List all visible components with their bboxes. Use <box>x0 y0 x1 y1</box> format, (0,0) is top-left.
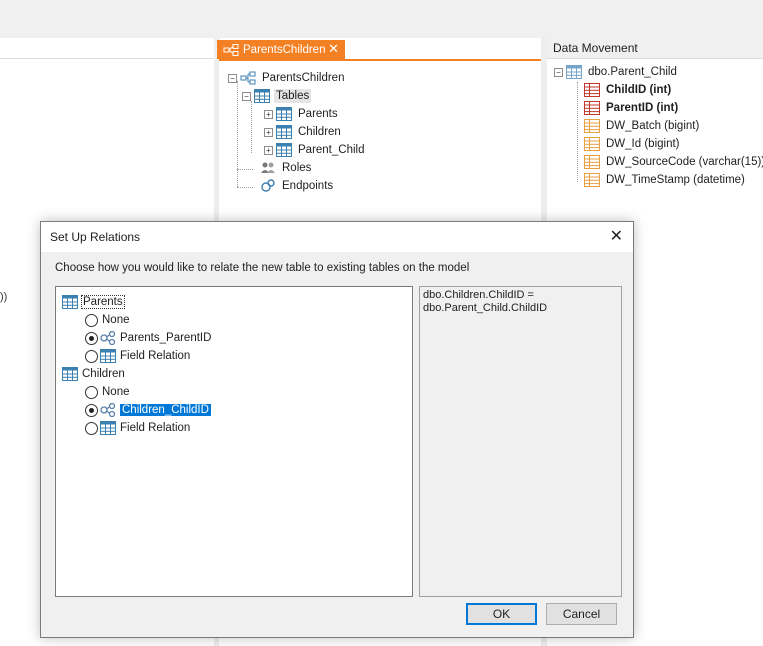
radio-button[interactable] <box>85 313 98 327</box>
dm-field-row[interactable]: DW_TimeStamp (datetime) <box>584 171 747 189</box>
option-parents-parentid[interactable]: Parents_ParentID <box>85 329 211 347</box>
tree-node-table-parent-child[interactable]: + Parent_Child <box>264 141 366 159</box>
dm-field-row[interactable]: DW_Id (bigint) <box>584 135 682 153</box>
collapse-icon[interactable]: − <box>242 91 251 101</box>
dm-field-row[interactable]: DW_Batch (bigint) <box>584 117 701 135</box>
field-relation-icon <box>100 421 116 435</box>
table-icon <box>276 143 292 157</box>
tree-node-table-parents[interactable]: + Parents <box>264 105 340 123</box>
cancel-button[interactable]: Cancel <box>546 603 617 625</box>
radio-button[interactable] <box>85 421 98 435</box>
key-field-icon <box>584 83 600 97</box>
model-icon <box>240 71 256 85</box>
field-icon <box>584 173 600 187</box>
collapse-icon[interactable]: − <box>554 67 563 77</box>
tree-node-endpoints[interactable]: Endpoints <box>260 177 335 195</box>
relation-icon <box>100 403 116 417</box>
option-children-none[interactable]: None <box>85 383 130 401</box>
field-relation-icon <box>100 349 116 363</box>
expand-icon[interactable]: + <box>264 127 273 137</box>
relations-list[interactable]: Parents None Parents_ParentID Field Rela… <box>55 286 413 597</box>
relation-icon <box>100 331 116 345</box>
dm-field-row[interactable]: ChildID (int) <box>584 81 673 99</box>
option-children-field-relation[interactable]: Field Relation <box>85 419 190 437</box>
dialog-instruction: Choose how you would like to relate the … <box>55 262 470 274</box>
option-parents-field-relation[interactable]: Field Relation <box>85 347 190 365</box>
radio-button[interactable] <box>85 385 98 399</box>
radio-button-selected[interactable] <box>85 331 98 345</box>
group-header-parents: Parents <box>62 293 125 311</box>
collapse-icon[interactable]: − <box>228 73 237 83</box>
tree-node-dm-table[interactable]: − dbo.Parent_Child <box>554 63 679 81</box>
group-header-children: Children <box>62 365 125 383</box>
tab-parentschildren[interactable]: ParentsChildren ✕ <box>217 40 345 59</box>
relation-expression-box: dbo.Children.ChildID = dbo.Parent_Child.… <box>419 286 622 597</box>
tab-close-icon[interactable]: ✕ <box>328 41 339 57</box>
set-up-relations-dialog: Set Up Relations ✕ Choose how you would … <box>40 221 634 638</box>
expression-line: dbo.Children.ChildID = <box>423 289 534 301</box>
expand-icon[interactable]: + <box>264 145 273 155</box>
tree-node-roles[interactable]: Roles <box>260 159 313 177</box>
top-toolbar-area <box>0 0 763 38</box>
radio-button-selected[interactable] <box>85 403 98 417</box>
close-icon[interactable]: ✕ <box>610 222 623 252</box>
radio-button[interactable] <box>85 349 98 363</box>
table-icon <box>276 107 292 121</box>
table-folder-icon <box>254 89 270 103</box>
field-icon <box>584 155 600 169</box>
dialog-title-bar: Set Up Relations ✕ <box>41 222 633 252</box>
dialog-title: Set Up Relations <box>50 230 141 244</box>
roles-icon <box>260 161 276 175</box>
tree-node-table-children[interactable]: + Children <box>264 123 343 141</box>
key-field-icon <box>584 101 600 115</box>
model-icon <box>223 43 239 56</box>
expression-line: dbo.Parent_Child.ChildID <box>423 302 548 314</box>
ok-button[interactable]: OK <box>466 603 537 625</box>
tree-node-tables[interactable]: − Tables <box>242 87 312 105</box>
expand-icon[interactable]: + <box>264 109 273 119</box>
tree-node-model-root[interactable]: − ParentsChildren <box>228 69 346 87</box>
table-icon <box>276 125 292 139</box>
endpoint-icon <box>260 179 276 193</box>
left-panel-text-fragment: )) <box>0 291 8 303</box>
field-icon <box>584 137 600 151</box>
option-children-childid[interactable]: Children_ChildID <box>85 401 211 419</box>
tab-label: ParentsChildren <box>243 43 326 56</box>
dm-field-row[interactable]: DW_SourceCode (varchar(15)) <box>584 153 763 171</box>
dm-field-row[interactable]: ParentID (int) <box>584 99 680 117</box>
table-icon <box>62 367 78 381</box>
option-parents-none[interactable]: None <box>85 311 130 329</box>
data-movement-header: Data Movement <box>547 38 763 59</box>
table-icon <box>566 65 582 79</box>
field-icon <box>584 119 600 133</box>
table-icon <box>62 295 78 309</box>
